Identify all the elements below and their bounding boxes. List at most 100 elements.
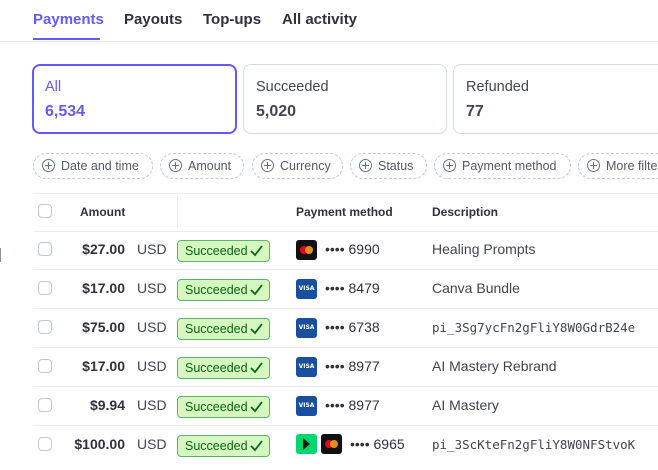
add-circle-icon [443, 159, 456, 172]
tab-all-activity[interactable]: All activity [282, 11, 357, 28]
row-divider [33, 386, 658, 387]
row-divider [33, 347, 658, 348]
filter-label: Status [378, 159, 414, 173]
count-card-value: 77 [466, 103, 484, 120]
row-checkbox[interactable] [38, 242, 52, 256]
add-circle-icon [359, 159, 372, 172]
card-last4: •••• 8479 [325, 280, 380, 296]
card-last4: •••• 8977 [325, 358, 380, 374]
count-card-label: Succeeded [256, 79, 329, 95]
tab-payments[interactable]: Payments [33, 11, 104, 28]
count-card-refunded[interactable]: Refunded 77 [453, 64, 658, 134]
status-badge: Succeeded [177, 357, 270, 379]
card-last4: •••• 8977 [325, 397, 380, 413]
row-checkbox[interactable] [38, 437, 52, 451]
count-card-all[interactable]: All 6,534 [32, 64, 237, 134]
status-label: Succeeded [185, 283, 248, 297]
link-icon [296, 434, 317, 454]
checkmark-icon [250, 440, 263, 452]
row-currency: USD [137, 241, 167, 257]
visa-icon: VISA [296, 396, 317, 416]
checkmark-icon [250, 401, 263, 413]
checkmark-icon [250, 323, 263, 335]
card-last4: •••• 6738 [325, 319, 380, 335]
status-badge: Succeeded [177, 396, 270, 418]
filter-date-and-time[interactable]: Date and time [33, 153, 153, 179]
row-currency: USD [137, 280, 167, 296]
card-last4: •••• 6990 [325, 241, 380, 257]
row-checkbox[interactable] [38, 281, 52, 295]
status-badge: Succeeded [177, 279, 270, 301]
row-description: pi_3ScKteFn2gFliY8W0NFStvoK [432, 437, 636, 452]
count-card-label: Refunded [466, 79, 529, 95]
add-circle-icon [42, 159, 55, 172]
row-currency: USD [137, 436, 167, 452]
column-header-payment-method[interactable]: Payment method [296, 205, 393, 219]
row-amount: $75.00 [82, 319, 125, 335]
filter-more-filters[interactable]: More filters [578, 153, 658, 179]
row-description: AI Mastery Rebrand [432, 358, 557, 374]
checkmark-icon [250, 245, 263, 257]
count-card-value: 6,534 [45, 103, 86, 120]
row-amount: $27.00 [82, 241, 125, 257]
filter-currency[interactable]: Currency [252, 153, 343, 179]
row-checkbox[interactable] [38, 398, 52, 412]
status-label: Succeeded [185, 400, 248, 414]
tab-payouts[interactable]: Payouts [124, 11, 182, 28]
row-description: AI Mastery [432, 397, 499, 413]
checkmark-icon [250, 284, 263, 296]
mastercard-icon [321, 434, 342, 454]
row-description: Healing Prompts [432, 241, 536, 257]
row-description: Canva Bundle [432, 280, 520, 296]
status-badge: Succeeded [177, 240, 270, 262]
row-divider [33, 269, 658, 270]
row-description: pi_3Sg7ycFn2gFliY8W0GdrB24e [432, 320, 636, 335]
row-checkbox[interactable] [38, 359, 52, 373]
row-amount: $100.00 [74, 436, 125, 452]
active-tab-indicator [33, 38, 100, 40]
filter-label: Payment method [462, 159, 557, 173]
filter-status[interactable]: Status [350, 153, 427, 179]
tab-top-ups[interactable]: Top-ups [203, 11, 261, 28]
status-label: Succeeded [185, 244, 248, 258]
column-divider [177, 196, 178, 228]
status-label: Succeeded [185, 322, 248, 336]
row-divider [33, 425, 658, 426]
row-currency: USD [137, 397, 167, 413]
add-circle-icon [587, 159, 600, 172]
filter-payment-method[interactable]: Payment method [434, 153, 571, 179]
add-circle-icon [169, 159, 182, 172]
select-all-checkbox[interactable] [38, 204, 52, 218]
row-currency: USD [137, 319, 167, 335]
panel-edge-mark [0, 248, 1, 262]
checkmark-icon [250, 362, 263, 374]
count-card-label: All [45, 79, 62, 95]
column-header-amount[interactable]: Amount [80, 205, 125, 219]
status-label: Succeeded [185, 361, 248, 375]
visa-icon: VISA [296, 318, 317, 338]
count-card-value: 5,020 [256, 103, 297, 120]
status-label: Succeeded [185, 439, 248, 453]
mastercard-icon [296, 240, 317, 260]
visa-icon: VISA [296, 279, 317, 299]
row-amount: $17.00 [82, 280, 125, 296]
table-header-border [33, 231, 658, 232]
filter-label: Currency [280, 159, 331, 173]
row-amount: $9.94 [89, 397, 125, 413]
row-currency: USD [137, 358, 167, 374]
column-header-description[interactable]: Description [432, 205, 498, 219]
table-top-border [33, 193, 658, 194]
card-last4: •••• 6965 [350, 436, 405, 452]
status-badge: Succeeded [177, 318, 270, 340]
filter-label: More filters [606, 159, 658, 173]
tab-bar: Payments Payouts Top-ups All activity [0, 0, 658, 42]
filter-amount[interactable]: Amount [160, 153, 244, 179]
row-amount: $17.00 [82, 358, 125, 374]
filter-label: Amount [188, 159, 232, 173]
count-card-succeeded[interactable]: Succeeded 5,020 [243, 64, 447, 134]
status-badge: Succeeded [177, 435, 270, 457]
row-checkbox[interactable] [38, 320, 52, 334]
filter-label: Date and time [61, 159, 139, 173]
add-circle-icon [261, 159, 274, 172]
visa-icon: VISA [296, 357, 317, 377]
